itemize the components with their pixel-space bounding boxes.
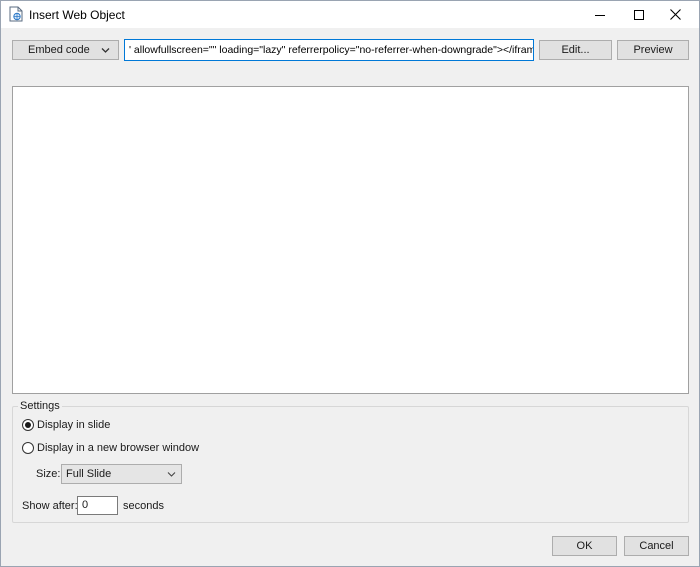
embed-code-input[interactable]: ' allowfullscreen="" loading="lazy" refe… (124, 39, 534, 61)
display-in-slide-radio[interactable] (22, 419, 34, 431)
insert-web-object-dialog: Insert Web Object Embed code ' allowfull… (0, 0, 700, 567)
close-button[interactable] (657, 1, 693, 28)
chevron-down-icon (167, 472, 176, 477)
window-title: Insert Web Object (29, 8, 125, 22)
display-in-slide-option[interactable]: Display in slide (22, 419, 110, 431)
display-in-browser-option[interactable]: Display in a new browser window (22, 442, 199, 454)
minimize-icon (595, 14, 605, 16)
size-value: Full Slide (66, 468, 112, 480)
web-object-icon (9, 6, 23, 22)
preview-button[interactable]: Preview (617, 40, 689, 60)
maximize-button[interactable] (621, 1, 657, 28)
cancel-button[interactable]: Cancel (624, 536, 689, 556)
title-bar: Insert Web Object (1, 1, 699, 28)
display-in-browser-radio[interactable] (22, 442, 34, 454)
source-type-value: Embed code (28, 44, 90, 56)
show-after-input[interactable]: 0 (77, 496, 118, 515)
settings-group-label: Settings (18, 400, 62, 412)
edit-button[interactable]: Edit... (539, 40, 612, 60)
web-object-preview (12, 86, 689, 394)
minimize-button[interactable] (582, 1, 618, 28)
chevron-down-icon (101, 48, 110, 53)
source-type-dropdown[interactable]: Embed code (12, 40, 119, 60)
maximize-icon (634, 9, 644, 20)
display-in-slide-label: Display in slide (37, 419, 111, 431)
size-dropdown[interactable]: Full Slide (61, 464, 182, 484)
size-label: Size: (36, 468, 61, 480)
ok-button[interactable]: OK (552, 536, 617, 556)
seconds-label: seconds (123, 500, 164, 512)
display-in-browser-label: Display in a new browser window (37, 442, 200, 454)
show-after-label: Show after: (22, 500, 78, 512)
close-icon (669, 9, 681, 20)
